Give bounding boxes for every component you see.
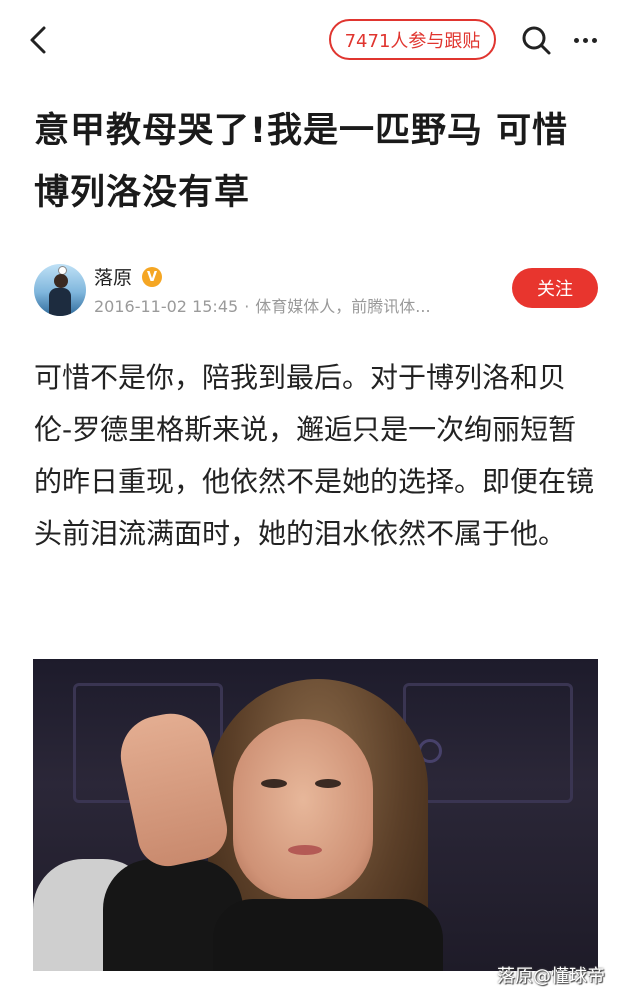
back-arrow-icon[interactable] <box>22 22 58 58</box>
author-name[interactable]: 落原 <box>94 263 132 290</box>
follow-button[interactable]: 关注 <box>512 268 598 308</box>
publish-date: 2016-11-02 15:45 <box>94 297 239 316</box>
more-dots-icon[interactable] <box>567 22 603 58</box>
follow-post-button[interactable]: 7471人参与跟贴 <box>329 19 496 60</box>
author-bio: 体育媒体人，前腾讯体... <box>255 297 431 316</box>
verified-badge-icon: V <box>142 267 162 287</box>
top-bar: 7471人参与跟贴 <box>0 0 630 80</box>
avatar[interactable] <box>34 264 86 316</box>
article-title: 意甲教母哭了!我是一匹野马 可惜博列洛没有草 <box>34 111 569 213</box>
image-watermark: 落原@懂球帝 <box>497 966 605 987</box>
meta-separator: · <box>244 297 250 316</box>
author-meta: 2016-11-02 15:45 · 体育媒体人，前腾讯体... <box>94 293 431 317</box>
search-icon[interactable] <box>518 22 554 58</box>
article-paragraph: 可惜不是你，陪我到最后。对于博列洛和贝伦-罗德里格斯来说，邂逅只是一次绚丽短暂的… <box>34 361 595 550</box>
article-photo[interactable] <box>33 659 598 971</box>
author-row: 落原 V 2016-11-02 15:45 · 体育媒体人，前腾讯体... 关注 <box>34 262 600 318</box>
